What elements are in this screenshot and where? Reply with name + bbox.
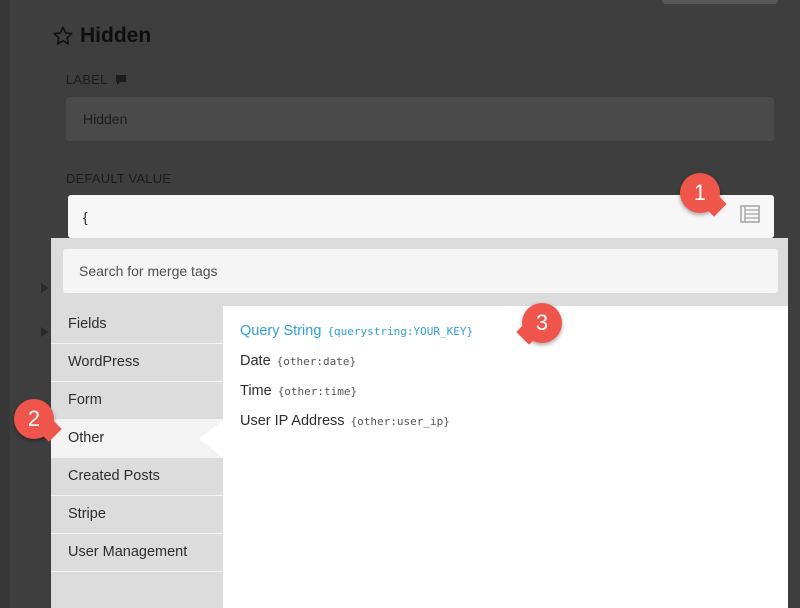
field-title: Hidden [52, 24, 151, 48]
category-stripe[interactable]: Stripe [51, 496, 223, 534]
merge-tag-time[interactable]: Time {other:time} [240, 383, 357, 399]
label-input[interactable]: Hidden [66, 97, 774, 141]
merge-tags-popup: Search for merge tags Fields WordPress F… [51, 238, 788, 608]
callout-number: 3 [535, 310, 549, 335]
category-fields[interactable]: Fields [51, 306, 223, 344]
category-created-posts[interactable]: Created Posts [51, 458, 223, 496]
merge-tags-icon[interactable] [740, 204, 760, 224]
merge-tag-search-input[interactable]: Search for merge tags [63, 249, 778, 293]
callout-number: 1 [693, 180, 707, 205]
merge-tag-category-list: Fields WordPress Form Other Created Post… [51, 306, 223, 572]
callout-badge-2: 2 [14, 399, 54, 439]
merge-tag-list: Query String {querystring:YOUR_KEY} Date… [223, 306, 788, 608]
category-form[interactable]: Form [51, 382, 223, 420]
merge-tag-name: Time [240, 383, 272, 399]
merge-tag-name: Date [240, 353, 271, 369]
help-bubble-icon[interactable] [115, 74, 127, 86]
default-value-heading: DEFAULT VALUE [66, 171, 172, 186]
category-user-management[interactable]: User Management [51, 534, 223, 572]
top-action-button[interactable] [662, 0, 778, 4]
expand-arrow-icon[interactable] [41, 283, 49, 293]
merge-tag-code: {querystring:YOUR_KEY} [327, 325, 474, 338]
label-heading-row: LABEL [66, 72, 127, 87]
field-title-text: Hidden [80, 24, 152, 47]
merge-tag-code: {other:date} [276, 355, 357, 368]
merge-tag-name: User IP Address [240, 413, 345, 429]
expand-arrow-icon[interactable] [41, 327, 49, 337]
sidebar-edge [0, 0, 10, 608]
merge-tag-name: Query String [240, 323, 322, 339]
callout-badge-3: 3 [522, 303, 562, 343]
merge-tag-user-ip[interactable]: User IP Address {other:user_ip} [240, 413, 450, 429]
star-icon[interactable] [52, 25, 74, 47]
default-value-input[interactable]: { [68, 195, 774, 238]
category-other[interactable]: Other [51, 420, 223, 458]
callout-badge-1: 1 [680, 173, 720, 213]
active-category-pointer [199, 420, 223, 458]
merge-tag-date[interactable]: Date {other:date} [240, 353, 356, 369]
merge-tag-query-string[interactable]: Query String {querystring:YOUR_KEY} [240, 323, 473, 339]
merge-tag-code: {other:user_ip} [350, 415, 450, 428]
callout-number: 2 [27, 406, 41, 431]
merge-tag-code: {other:time} [277, 385, 358, 398]
category-wordpress[interactable]: WordPress [51, 344, 223, 382]
label-heading: LABEL [66, 72, 108, 87]
